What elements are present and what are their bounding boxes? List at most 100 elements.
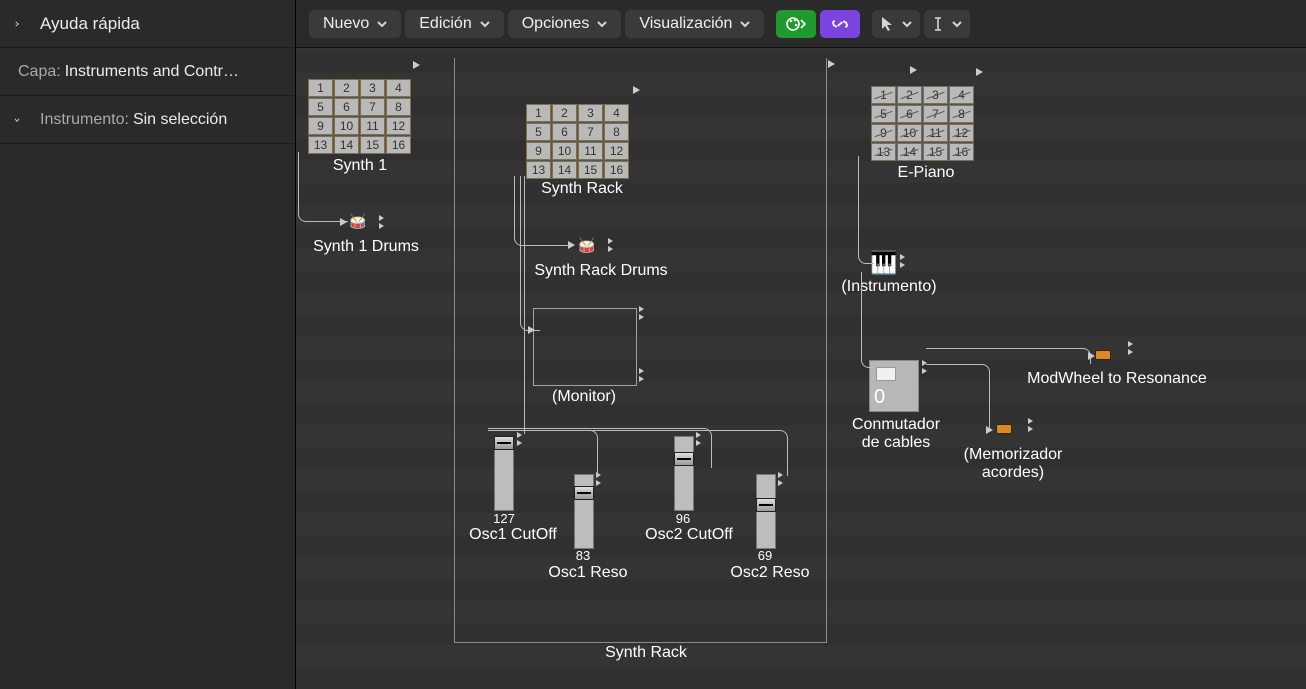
channel-cell[interactable]: 9 [526,142,551,160]
channel-cell[interactable]: 1 [526,104,551,122]
channel-cell[interactable]: 9 [308,117,333,135]
osc2-cutoff-label: Osc2 CutOff [634,526,744,544]
pointer-tool[interactable] [871,9,921,39]
view-menu[interactable]: Visualización [624,9,765,39]
channel-cell[interactable]: 15 [923,143,948,161]
new-menu[interactable]: Nuevo [308,9,402,39]
channel-cell[interactable]: 2 [552,104,577,122]
sidebar: Ayuda rápida Capa: Instruments and Contr… [0,0,296,689]
output-connector-icon [608,238,618,252]
quick-help-label: Ayuda rápida [40,14,140,34]
channel-cell[interactable]: 4 [604,104,629,122]
output-triangle-icon [633,86,640,94]
cable-input-icon [568,241,575,249]
monitor-label: (Monitor) [534,388,634,406]
channel-cell[interactable]: 11 [923,124,948,142]
osc2-reso-value: 69 [750,548,780,563]
view-label: Visualización [639,15,732,33]
channel-cell[interactable]: 7 [923,105,948,123]
layer-value: Instruments and Contr… [65,63,239,81]
output-connector-icon [639,368,649,382]
chevron-down-icon [377,19,387,29]
channel-cell[interactable]: 16 [386,136,411,154]
channel-cell[interactable]: 8 [604,123,629,141]
monitor-object[interactable] [533,308,637,386]
synth1-multi[interactable]: 12345678910111213141516 [308,79,411,154]
output-triangle-icon [910,66,917,74]
cable-input-icon [340,218,347,226]
output-triangle-icon [976,68,983,76]
environment-canvas[interactable]: Synth Rack 12345678910111213141516 Synth… [296,48,1306,689]
fader-thumb[interactable] [574,486,594,500]
layer-prefix: Capa: [18,63,61,81]
channel-cell[interactable]: 2 [334,79,359,97]
synth-rack-multi[interactable]: 12345678910111213141516 [526,104,629,179]
channel-cell[interactable]: 4 [386,79,411,97]
channel-cell[interactable]: 5 [871,105,896,123]
quick-help-row[interactable]: Ayuda rápida [0,0,295,48]
chevron-down-icon [952,19,962,29]
channel-cell[interactable]: 10 [897,124,922,142]
channel-cell[interactable]: 2 [897,86,922,104]
channel-cell[interactable]: 3 [578,104,603,122]
channel-cell[interactable]: 8 [386,98,411,116]
channel-cell[interactable]: 9 [871,124,896,142]
channel-cell[interactable]: 3 [360,79,385,97]
cable-switcher[interactable]: 0 [869,360,919,412]
transformer-icon [1095,350,1111,360]
edit-label: Edición [419,15,471,33]
osc1-cutoff-label: Osc1 CutOff [458,526,568,544]
instrument-row[interactable]: Instrumento: Sin selección [0,96,295,144]
channel-cell[interactable]: 12 [386,117,411,135]
output-connector-icon [379,215,389,229]
channel-cell[interactable]: 10 [334,117,359,135]
synth1-drums-label: Synth 1 Drums [296,238,436,256]
channel-cell[interactable]: 16 [949,143,974,161]
layer-row[interactable]: Capa: Instruments and Contr… [0,48,295,96]
channel-cell[interactable]: 5 [526,123,551,141]
channel-cell[interactable]: 10 [552,142,577,160]
midi-thru-button[interactable] [775,9,817,39]
cable [524,176,528,434]
channel-cell[interactable]: 11 [578,142,603,160]
channel-cell[interactable]: 1 [871,86,896,104]
output-connector-icon [639,306,649,320]
channel-cell[interactable]: 12 [949,124,974,142]
channel-cell[interactable]: 7 [578,123,603,141]
options-menu[interactable]: Opciones [507,9,623,39]
channel-cell[interactable]: 12 [604,142,629,160]
chevron-down-icon [740,19,750,29]
channel-cell[interactable]: 6 [897,105,922,123]
channel-cell[interactable]: 5 [308,98,333,116]
fader-thumb[interactable] [756,498,776,512]
channel-cell[interactable]: 4 [949,86,974,104]
edit-menu[interactable]: Edición [404,9,504,39]
link-button[interactable] [819,9,861,39]
channel-cell[interactable]: 13 [871,143,896,161]
cable [520,176,540,331]
channel-cell[interactable]: 15 [578,161,603,179]
channel-cell[interactable]: 1 [308,79,333,97]
memorizador-label: (Memorizador acordes) [948,446,1078,482]
text-tool[interactable] [923,9,971,39]
channel-cell[interactable]: 3 [923,86,948,104]
channel-cell[interactable]: 6 [552,123,577,141]
channel-cell[interactable]: 15 [360,136,385,154]
osc1-cutoff-value: 127 [486,511,522,526]
channel-cell[interactable]: 11 [360,117,385,135]
cable [858,156,874,264]
cable [298,152,348,222]
channel-cell[interactable]: 16 [604,161,629,179]
channel-cell[interactable]: 14 [897,143,922,161]
channel-cell[interactable]: 6 [334,98,359,116]
channel-cell[interactable]: 8 [949,105,974,123]
palette-icon [785,15,807,33]
cable-input-icon [528,326,535,334]
instrument-value: Sin selección [133,111,227,129]
channel-cell[interactable]: 7 [360,98,385,116]
output-connector-icon [1028,418,1038,432]
osc2-reso-label: Osc2 Reso [720,564,820,582]
synth-rack-frame-label: Synth Rack [596,644,696,662]
cable [861,272,873,368]
e-piano-multi[interactable]: 12345678910111213141516 [871,86,974,161]
